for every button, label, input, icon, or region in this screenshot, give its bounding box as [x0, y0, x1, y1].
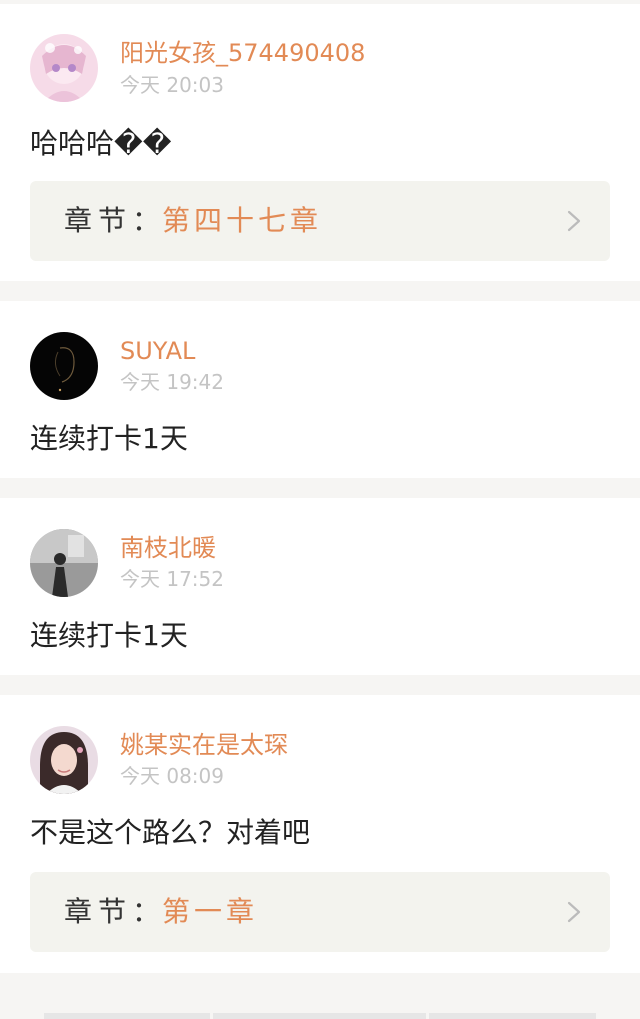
comment-text: 哈哈哈��	[30, 127, 172, 160]
chapter-link[interactable]: 章节： 第四十七章	[30, 181, 610, 261]
comment-card: SUYAL 今天 19:42 连续打卡1天	[0, 301, 640, 478]
user-avatar[interactable]	[30, 332, 98, 400]
chevron-right-icon	[566, 900, 582, 924]
comment-card: 阳光女孩_574490408 今天 20:03 哈哈哈�� 章节： 第四十七章	[0, 4, 640, 281]
user-avatar[interactable]	[30, 529, 98, 597]
avatar-image	[30, 34, 98, 102]
comment-card: 姚某实在是太琛 今天 08:09 不是这个路么？对着吧 章节： 第一章	[0, 695, 640, 973]
username[interactable]: 阳光女孩_574490408	[120, 38, 365, 68]
chevron-right-icon	[566, 209, 582, 233]
comment-time: 今天 19:42	[120, 370, 224, 394]
avatar-image	[30, 332, 98, 400]
chapter-link[interactable]: 章节： 第一章	[30, 872, 610, 952]
comment-time: 今天 08:09	[120, 764, 224, 788]
username[interactable]: 南枝北暖	[120, 533, 216, 563]
user-avatar[interactable]	[30, 726, 98, 794]
avatar-image	[30, 726, 98, 794]
comment-text: 连续打卡1天	[30, 422, 188, 455]
user-avatar[interactable]	[30, 34, 98, 102]
bottom-divider	[44, 1013, 210, 1019]
avatar-image	[30, 529, 98, 597]
comment-card: 南枝北暖 今天 17:52 连续打卡1天	[0, 498, 640, 675]
chapter-label: 章节：	[64, 204, 167, 237]
comment-feed: 阳光女孩_574490408 今天 20:03 哈哈哈�� 章节： 第四十七章 …	[0, 0, 640, 1019]
chapter-name: 第一章	[162, 895, 259, 928]
bottom-divider	[213, 1013, 426, 1019]
username[interactable]: 姚某实在是太琛	[120, 730, 288, 760]
chapter-name: 第四十七章	[162, 204, 323, 237]
comment-time: 今天 20:03	[120, 73, 224, 97]
username[interactable]: SUYAL	[120, 336, 195, 366]
comment-text: 不是这个路么？对着吧	[30, 816, 311, 849]
comment-time: 今天 17:52	[120, 567, 224, 591]
bottom-divider	[429, 1013, 596, 1019]
chapter-label: 章节：	[64, 895, 167, 928]
comment-text: 连续打卡1天	[30, 619, 188, 652]
